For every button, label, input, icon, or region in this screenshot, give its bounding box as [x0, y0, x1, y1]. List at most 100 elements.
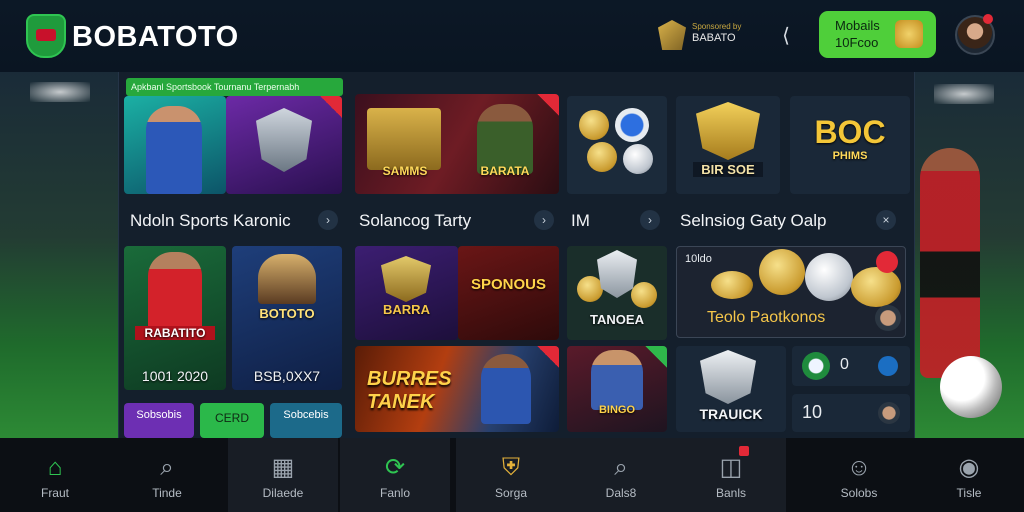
tile-label-trauck: TRAUICK: [699, 406, 763, 422]
profile-icon: ◉: [958, 454, 980, 481]
stadium-light-icon: [934, 84, 994, 104]
tile-label-rabatito: RABATITO: [135, 326, 215, 340]
game-tile-rabatito[interactable]: RABATITO 1001 2020: [124, 246, 226, 390]
list-item-1[interactable]: 0: [792, 346, 910, 386]
table-icon: ◫: [719, 454, 743, 481]
trophy-icon: [381, 256, 431, 302]
silver-coin-icon: [805, 253, 853, 301]
nav-item-sorga[interactable]: ⛨ Sorga: [456, 438, 566, 512]
search-icon: ⌕: [160, 454, 174, 481]
nav-item-dilaede[interactable]: ▦ Dilaede: [228, 438, 338, 512]
chevron-right-icon[interactable]: ›: [534, 210, 554, 230]
login-label-1: Mobails: [835, 18, 880, 33]
game-tile-tanoea[interactable]: TANOEA: [567, 246, 667, 340]
chip-label-sobcebis: Sobcebis: [283, 409, 329, 421]
game-tile-trauck[interactable]: TRAUICK: [676, 346, 786, 432]
partner-crest-icon: [658, 20, 686, 50]
chevron-right-icon[interactable]: ›: [640, 210, 660, 230]
player-image: [258, 254, 316, 304]
list-item-2[interactable]: 10: [792, 394, 910, 432]
nav-item-fraut[interactable]: ⌂ Fraut: [0, 438, 110, 512]
new-ribbon: [645, 346, 667, 368]
game-tile-boc[interactable]: BOC PHIMS: [790, 96, 910, 194]
football-icon: [940, 356, 1002, 418]
cards-icon: ▦: [271, 454, 295, 481]
coin-icon: [623, 144, 653, 174]
stadium-light-icon: [30, 82, 90, 102]
share-icon[interactable]: ⟨: [774, 24, 798, 48]
refresh-icon: ⟳: [384, 454, 406, 481]
tile-label-barra: BARRA: [383, 302, 430, 317]
notification-dot: [983, 14, 993, 24]
chevron-right-icon[interactable]: ›: [318, 210, 338, 230]
nav-label: Banls: [715, 486, 747, 500]
game-tile-samms[interactable]: SAMMS BARATA: [355, 94, 559, 194]
game-tile-bingo[interactable]: BINGO: [567, 346, 667, 432]
home-icon: ⌂: [47, 454, 63, 481]
game-tile-coins-banner[interactable]: 10ldo Teolo Paotkonos: [676, 246, 906, 338]
logo-icon[interactable]: [26, 14, 66, 58]
tile-label-boc-sub: PHIMS: [832, 150, 868, 162]
user-icon: ☺: [846, 454, 872, 481]
shield-icon: [256, 108, 312, 172]
nav-item-tinde[interactable]: ⌕ Tinde: [112, 438, 222, 512]
chip-label-cerd: CERD: [214, 411, 249, 425]
game-tile-sponsors[interactable]: SPONOUS: [458, 246, 559, 340]
tile-value-4: Teolo Paotkonos: [707, 309, 826, 326]
game-tile-crest[interactable]: [226, 96, 342, 194]
coin-icon: [759, 249, 805, 295]
tile-value-3: 10ldo: [685, 253, 712, 265]
tile-label-bobatoto-card: BOTOTO: [259, 306, 315, 321]
hot-ribbon: [537, 94, 559, 116]
coin-icon: [711, 271, 753, 299]
nav-label: Tinde: [152, 486, 182, 500]
nav-label: Tisle: [956, 486, 982, 500]
login-button[interactable]: Mobails 10Fcoo: [819, 11, 936, 58]
chip-sobcebis[interactable]: Sobcebis: [270, 403, 342, 438]
coin-icon: [587, 142, 617, 172]
game-tile-player[interactable]: [124, 96, 226, 194]
hot-ribbon: [320, 96, 342, 118]
chip-cerd[interactable]: CERD: [200, 403, 264, 438]
close-icon[interactable]: ×: [876, 210, 896, 230]
player-image: [481, 354, 531, 424]
gift-icon: [895, 20, 923, 48]
hot-ribbon: [537, 346, 559, 368]
shield-icon: ⛨: [502, 454, 520, 481]
info-icon: [878, 356, 898, 376]
game-tile-bobatoto-card[interactable]: BOTOTO BSB,0XX7: [232, 246, 342, 390]
tile-value-2: BSB,0XX7: [253, 368, 321, 384]
game-tile-star[interactable]: BIR SOE: [676, 96, 780, 194]
nav-label: Dilaede: [262, 486, 304, 500]
partner-badge[interactable]: Sponsored by BABATO: [658, 18, 748, 54]
game-tile-coins[interactable]: [567, 96, 667, 194]
tile-label-boc: BOC: [814, 114, 886, 150]
tile-label-star: BIR SOE: [693, 162, 763, 177]
section-title-selnsiog[interactable]: Selnsiog Gaty Oalp: [680, 211, 826, 231]
nav-item-dals8[interactable]: ⌕ Dals8: [566, 438, 676, 512]
promo-tag[interactable]: Apkbanl Sportsbook Tournanu Terpernabh: [126, 78, 343, 96]
game-tile-barra[interactable]: BARRA: [355, 246, 458, 340]
nav-item-banls[interactable]: ◫ Banls: [676, 438, 786, 512]
card-crest-icon: [700, 350, 756, 404]
chip-sobsobis[interactable]: Sobsobis: [124, 403, 194, 438]
notification-badge: [739, 446, 749, 456]
list-value-1: 0: [840, 356, 849, 373]
nav-label: Solobs: [840, 486, 878, 500]
search-icon: ⌕: [614, 454, 628, 481]
login-label-2: 10Fcoo: [835, 35, 879, 50]
game-tile-burres[interactable]: BURRES TANEK: [355, 346, 559, 432]
tile-label-samms: SAMMS: [382, 164, 428, 178]
top-header: BOBATOTO Sponsored by BABATO ⟨ Mobails 1…: [0, 0, 1024, 72]
nav-item-tisle[interactable]: ◉ Tisle: [914, 438, 1024, 512]
player-image: [591, 350, 643, 410]
nav-item-fanlo[interactable]: ⟳ Fanlo: [340, 438, 450, 512]
brand-name[interactable]: BOBATOTO: [72, 21, 239, 54]
nav-item-solobs[interactable]: ☺ Solobs: [804, 438, 914, 512]
section-title-sports[interactable]: Ndoln Sports Karonic: [130, 211, 291, 231]
coin-icon: [851, 267, 901, 307]
football-player-image: [920, 148, 980, 378]
nav-label: Fraut: [40, 486, 69, 500]
section-title-im[interactable]: IM: [571, 211, 590, 231]
section-title-solancog[interactable]: Solancog Tarty: [359, 211, 471, 231]
